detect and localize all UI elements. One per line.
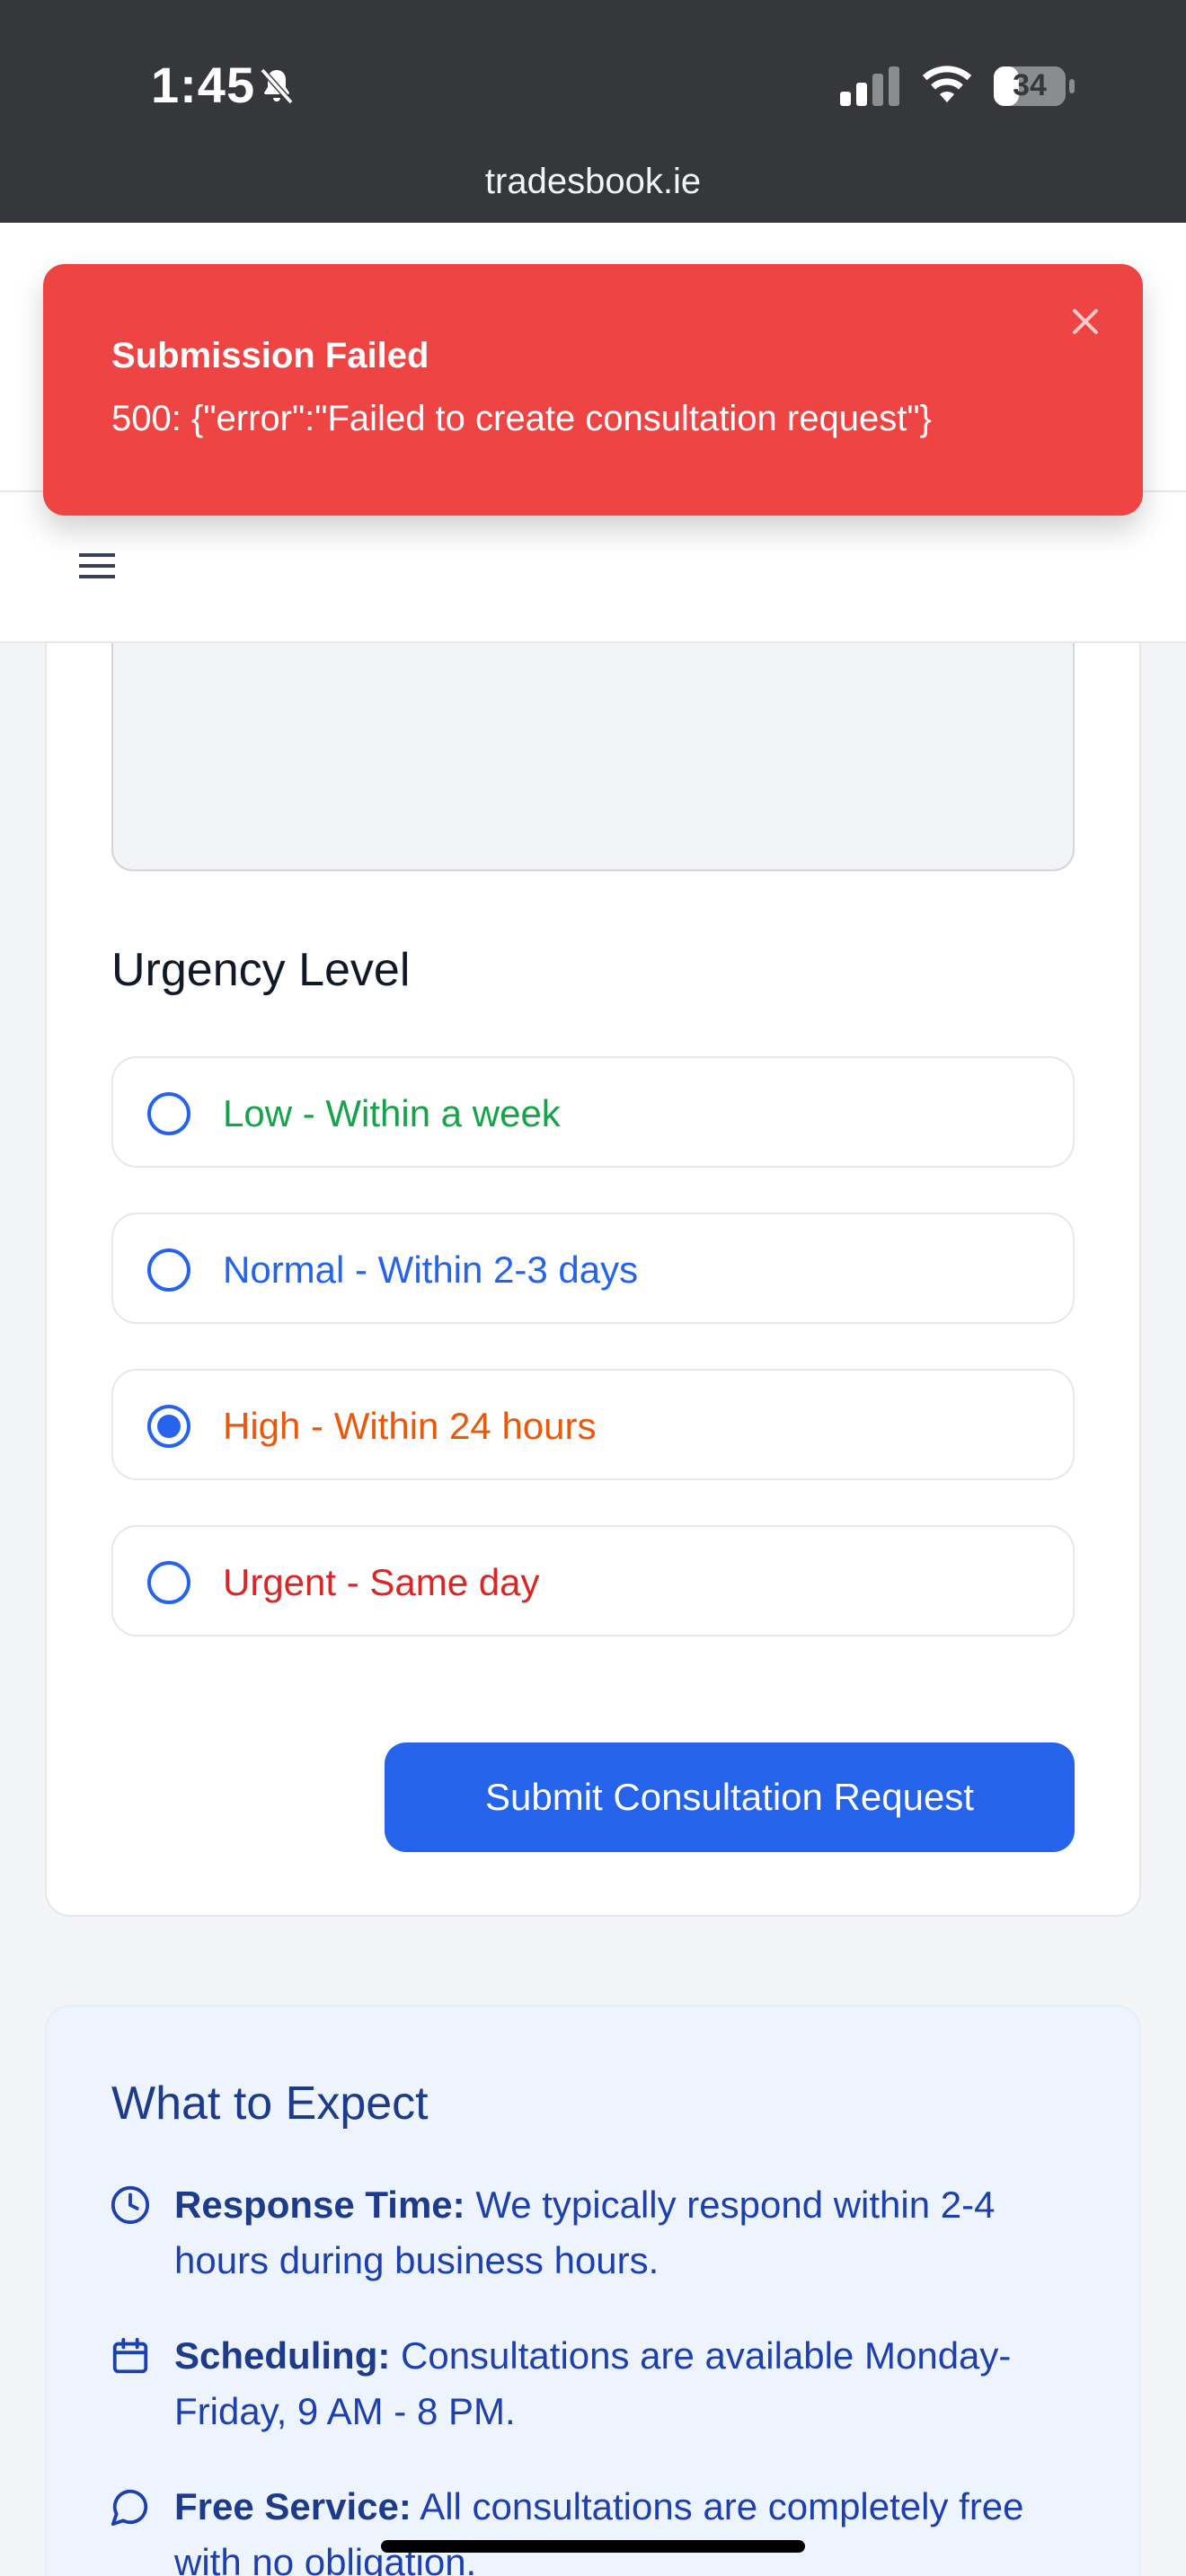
what-to-expect-title: What to Expect (111, 2078, 429, 2130)
home-indicator[interactable] (381, 2540, 805, 2553)
urgency-option-label: High - Within 24 hours (223, 1405, 597, 1447)
bell-muted-icon (260, 67, 294, 105)
clock-icon (111, 2185, 150, 2225)
expect-item-heading: Free Service: (174, 2485, 412, 2527)
wifi-icon (922, 66, 972, 102)
expect-item-response-time: Response Time: We typically respond with… (174, 2177, 1082, 2289)
hamburger-menu-icon[interactable] (79, 551, 115, 580)
description-textarea[interactable] (111, 643, 1075, 871)
radio-urgent[interactable] (147, 1561, 190, 1604)
expect-item-scheduling: Scheduling: Consultations are available … (174, 2328, 1082, 2439)
radio-normal[interactable] (147, 1248, 190, 1292)
urgency-option-urgent[interactable]: Urgent - Same day (111, 1525, 1075, 1636)
urgency-option-high[interactable]: High - Within 24 hours (111, 1369, 1075, 1480)
status-bar: 1:45 34 tradesbook.ie (0, 0, 1186, 223)
status-time: 1:45 (151, 57, 256, 113)
error-toast: Submission Failed 500: {"error":"Failed … (43, 264, 1143, 516)
battery-icon: 34 (992, 65, 1078, 108)
what-to-expect-panel: What to Expect Response Time: We typical… (45, 2005, 1141, 2576)
submit-consultation-button[interactable]: Submit Consultation Request (385, 1742, 1075, 1852)
radio-low[interactable] (147, 1092, 190, 1135)
battery-level: 34 (1013, 68, 1047, 102)
close-icon[interactable] (1067, 304, 1103, 340)
calendar-icon (112, 2337, 148, 2374)
chat-icon (111, 2489, 148, 2527)
urgency-option-low[interactable]: Low - Within a week (111, 1056, 1075, 1168)
expect-item-free-service: Free Service: All consultations are comp… (174, 2479, 1082, 2576)
urgency-option-normal[interactable]: Normal - Within 2-3 days (111, 1213, 1075, 1324)
toast-message: 500: {"error":"Failed to create consulta… (111, 399, 932, 438)
urgency-option-label: Low - Within a week (223, 1092, 561, 1134)
expect-item-heading: Response Time: (174, 2183, 465, 2226)
cellular-signal-icon (840, 66, 899, 106)
urgency-level-label: Urgency Level (111, 944, 411, 996)
radio-high[interactable] (147, 1405, 190, 1448)
expect-item-heading: Scheduling: (174, 2334, 391, 2377)
urgency-option-label: Urgent - Same day (223, 1561, 540, 1603)
browser-url[interactable]: tradesbook.ie (0, 162, 1186, 202)
urgency-option-label: Normal - Within 2-3 days (223, 1248, 639, 1291)
toast-title: Submission Failed (111, 336, 429, 375)
